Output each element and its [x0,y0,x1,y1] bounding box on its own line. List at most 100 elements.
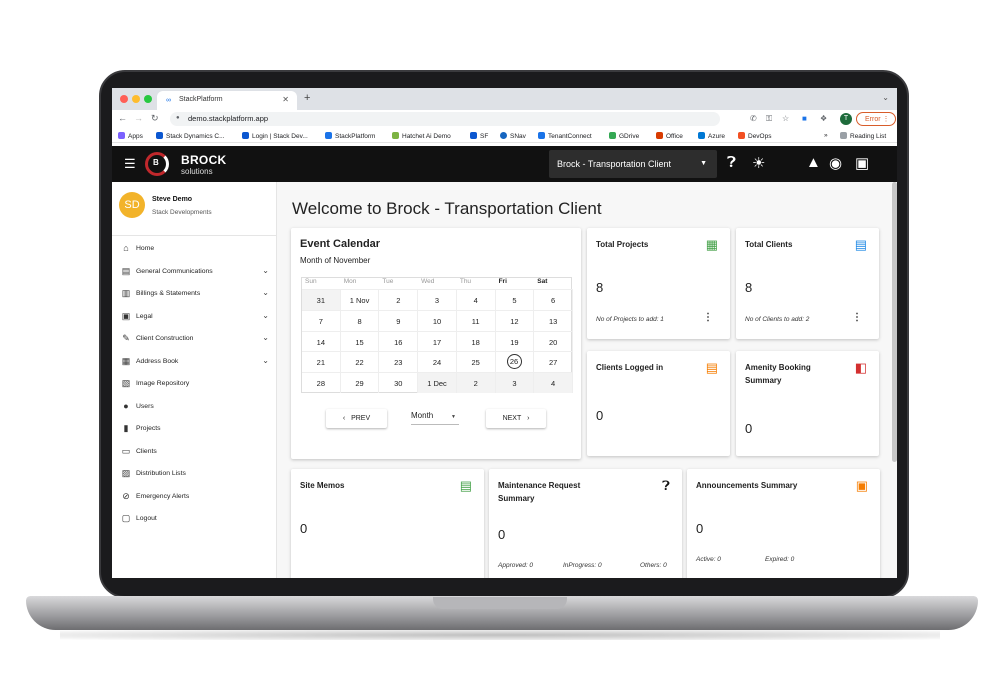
window-maximize-button[interactable] [144,95,152,103]
more-vert-icon[interactable]: ⋮ [852,312,862,323]
calendar-day-cell[interactable]: 28 [302,372,341,393]
sidebar-item-distribution-lists[interactable]: ▨ Distribution Lists [112,463,277,485]
help-icon[interactable]: ❓︎ [727,154,736,171]
puzzle-icon[interactable]: ❖ [820,114,827,123]
calendar-day-cell[interactable]: 14 [302,330,341,352]
client-select[interactable]: Brock - Transportation Client ▼ [549,150,717,178]
bookmark-gdrive[interactable]: GDrive [609,132,639,140]
sidebar-item-users[interactable]: ● Users [112,396,277,418]
calendar-day-cell[interactable]: 9 [379,309,419,331]
sidebar-item-clients[interactable]: ▭ Clients [112,441,277,463]
account-icon[interactable]: ◉ [829,154,842,172]
calendar-day-cell[interactable]: 15 [340,330,380,352]
bookmark-stack-dynamics[interactable]: Stack Dynamics C... [156,132,225,140]
bookmark-azure[interactable]: Azure [698,132,725,140]
bookmark-tenantconnect[interactable]: TenantConnect [538,132,592,140]
sidebar-item-address-book[interactable]: ▦ Address Book ⌄ [112,351,277,373]
bookmark-snav[interactable]: SNav [500,132,526,140]
bookmark-stackplatform[interactable]: StackPlatform [325,132,375,140]
new-tab-icon[interactable]: + [304,92,310,104]
calendar-day-cell[interactable]: 1 Dec [418,372,457,393]
calendar-day-cell[interactable]: 29 [340,372,380,393]
calendar-day-cell[interactable]: 10 [418,309,457,331]
phone-icon[interactable]: ✆ [750,114,757,123]
back-icon[interactable]: ← [118,113,127,123]
calendar-day-cell[interactable]: 5 [495,289,535,310]
calendar-day-cell[interactable]: 20 [534,330,573,352]
bell-icon[interactable]: ▲ [806,154,821,171]
calendar-day-cell[interactable]: 23 [379,351,419,373]
calendar-day-cell[interactable]: 8 [340,309,380,331]
calendar-day-cell[interactable]: 31 [302,289,341,310]
forward-icon[interactable]: → [134,113,143,123]
scrollbar[interactable] [892,182,897,462]
profile-avatar[interactable]: T [840,113,852,125]
reload-icon[interactable]: ↻ [151,113,159,124]
calendar-day-cell[interactable]: 4 [456,289,496,310]
calendar-day-cell[interactable]: 16 [379,330,419,352]
calendar-day-cell[interactable]: 21 [302,351,341,373]
calendar-day-cell[interactable]: 4 [534,372,573,393]
error-button[interactable]: Error ⋮ [856,112,896,126]
page-title: Welcome to Brock - Transportation Client [292,199,602,218]
calendar-day-cell[interactable]: 30 [379,372,419,393]
calendar-day-cell[interactable]: 25 [456,351,496,373]
calendar-day-cell[interactable]: 18 [456,330,496,352]
calendar-day-cell[interactable]: 17 [418,330,457,352]
calendar-day-cell[interactable]: 2 [379,289,419,310]
calendar-day-cell[interactable]: 6 [534,289,573,310]
calendar-day-cell[interactable]: 22 [340,351,380,373]
sidebar-item-image-repository[interactable]: ▧ Image Repository [112,373,277,395]
sidebar-item-billings-statements[interactable]: ▥ Billings & Statements ⌄ [112,283,277,305]
url-bar[interactable]: demo.stackplatform.app [170,112,720,126]
card-value: 8 [745,280,753,295]
calendar-view-select[interactable]: Month ▼ [411,411,459,425]
calendar-day-cell[interactable]: 2 [456,372,496,393]
sidebar-item-emergency-alerts[interactable]: ⊘ Emergency Alerts [112,486,277,508]
calendar-day-cell[interactable]: 19 [495,330,535,352]
calendar-day-cell[interactable]: 27 [534,351,573,373]
calendar-day-cell[interactable]: 1 Nov [340,289,380,310]
sidebar-item-general-communications[interactable]: ▤ General Communications ⌄ [112,261,277,283]
calendar-day-cell[interactable]: 12 [495,309,535,331]
star-icon[interactable]: ☆ [782,114,789,123]
menu-icon[interactable]: ☰ [124,156,136,172]
calendar-prev-button[interactable]: ‹ PREV [326,409,387,428]
more-vert-icon[interactable]: ⋮ [703,312,713,323]
secure-lock-icon[interactable]: ● [176,115,180,121]
reading-list[interactable]: Reading List [840,132,886,140]
calendar-day-cell[interactable]: 7 [302,309,341,331]
lightbulb-icon[interactable]: ☀ [752,154,765,172]
sidebar-item-home[interactable]: ⌂ Home [112,238,277,260]
lock-icon[interactable]: ▣ [855,154,869,172]
browser-tab[interactable]: ∞ StackPlatform ✕ [157,91,297,110]
calendar-day-cell[interactable]: 26 [495,351,535,373]
tab-search-icon[interactable]: ⌄ [882,93,889,102]
window-minimize-button[interactable] [132,95,140,103]
sidebar-item-legal[interactable]: ▣ Legal ⌄ [112,306,277,328]
bookmark-hatchet[interactable]: Hatchet Ai Demo [392,132,451,140]
sidebar-item-client-construction[interactable]: ✎ Client Construction ⌄ [112,328,277,350]
bookmark-login[interactable]: Login | Stack Dev... [242,132,308,140]
list-icon: ▤ [459,478,472,493]
avatar[interactable]: SD [119,192,145,218]
brock-logo-icon[interactable]: B [145,152,169,176]
extension-badge-icon[interactable]: ■ [802,114,807,123]
calendar-day-cell[interactable]: 3 [418,289,457,310]
calendar-next-button[interactable]: NEXT › [486,409,546,428]
sidebar-item-logout[interactable]: ▢ Logout [112,508,277,530]
sidebar-item-projects[interactable]: ▮ Projects [112,418,277,440]
key-icon[interactable]: ⚿ [766,114,772,124]
calendar-day-cell[interactable]: 13 [534,309,573,331]
bookmark-apps[interactable]: Apps [118,132,143,140]
calendar-day-cell[interactable]: 24 [418,351,457,373]
calendar-day-cell[interactable]: 3 [495,372,535,393]
bookmark-sf[interactable]: SF [470,132,488,140]
tab-close-icon[interactable]: ✕ [282,95,289,104]
bookmark-office[interactable]: Office [656,132,683,140]
calendar-day-number: 13 [548,316,558,326]
window-close-button[interactable] [120,95,128,103]
bookmark-devops[interactable]: DevOps [738,132,771,140]
calendar-day-cell[interactable]: 11 [456,309,496,331]
bookmarks-more-icon[interactable]: » [824,132,828,139]
